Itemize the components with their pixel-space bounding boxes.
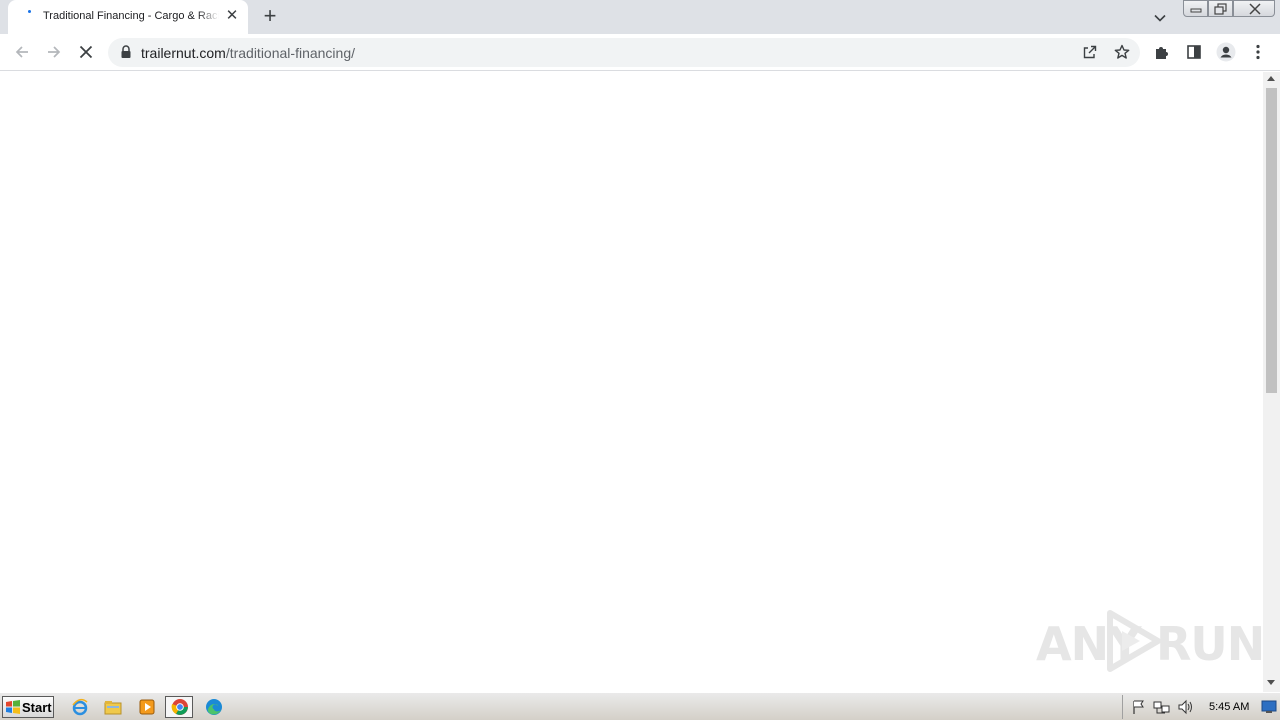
play-logo-icon [1107,610,1161,672]
taskbar-edge[interactable] [200,696,228,718]
taskbar-chrome[interactable] [165,696,193,718]
side-panel-button[interactable] [1184,42,1204,62]
scroll-up-arrow-icon[interactable] [1267,76,1275,81]
window-restore-button[interactable] [1208,0,1233,17]
share-button[interactable] [1080,42,1100,62]
url-domain: trailernut.com [141,45,226,61]
network-icon[interactable] [1153,699,1171,715]
window-close-button[interactable] [1233,0,1275,17]
stop-loading-button[interactable] [76,42,96,62]
tab-strip: Traditional Financing - Cargo & Racing T… [0,0,1280,34]
loading-favicon-icon [26,8,42,24]
chrome-icon [171,699,188,715]
action-center-flag-icon[interactable] [1131,699,1147,715]
taskbar-clock[interactable]: 5:45 AM [1209,701,1249,713]
volume-icon[interactable] [1177,699,1195,715]
star-icon [1114,44,1130,59]
page-scrollbar[interactable] [1263,72,1280,692]
page-viewport[interactable] [0,72,1263,692]
url-path: /traditional-financing/ [225,45,355,61]
forward-button[interactable] [44,42,64,62]
tab-close-button[interactable]: ✕ [224,8,240,24]
windows-taskbar: Start 5:45 AM [0,692,1280,720]
new-tab-button[interactable]: + [258,5,282,29]
scrollbar-thumb[interactable] [1266,88,1277,393]
start-label: Start [22,700,52,715]
close-icon [1249,3,1261,15]
internet-explorer-icon [72,698,88,716]
arrow-right-icon [48,46,61,58]
scroll-down-arrow-icon[interactable] [1267,680,1275,685]
profile-button[interactable] [1216,42,1236,62]
restore-icon [1214,3,1227,15]
system-tray: 5:45 AM [1122,695,1278,719]
start-button[interactable]: Start [2,696,54,718]
show-desktop-icon[interactable] [1261,700,1277,714]
windows-logo-icon [6,700,20,714]
chrome-menu-button[interactable] [1248,42,1268,62]
bookmark-button[interactable] [1112,42,1132,62]
browser-tab[interactable]: Traditional Financing - Cargo & Racing T… [8,0,248,34]
extensions-button[interactable] [1152,42,1172,62]
taskbar-media-player[interactable] [133,696,161,718]
edge-icon [206,699,222,715]
window-minimize-button[interactable] [1183,0,1208,17]
tab-search-button[interactable] [1150,8,1170,28]
back-button[interactable] [12,42,32,62]
taskbar-internet-explorer[interactable] [66,696,94,718]
side-panel-icon [1187,45,1201,59]
arrow-left-icon [15,46,28,58]
chevron-down-icon [1154,14,1166,22]
file-explorer-icon [104,701,122,715]
minimize-icon [1190,8,1202,13]
lock-icon [121,45,131,58]
kebab-menu-icon [1256,44,1260,60]
address-url: trailernut.com/traditional-financing/ [141,45,355,61]
tab-title: Traditional Financing - Cargo & Racing T… [43,10,219,22]
anyrun-watermark: ANY RUN [1036,605,1265,675]
profile-icon [1216,42,1236,62]
share-icon [1083,45,1097,59]
address-bar[interactable]: trailernut.com/traditional-financing/ [108,38,1140,67]
taskbar-file-explorer[interactable] [99,696,127,718]
watermark-text-right: RUN [1156,617,1265,671]
close-icon [79,45,93,59]
puzzle-icon [1156,47,1168,59]
media-player-icon [139,699,155,715]
browser-toolbar: trailernut.com/traditional-financing/ [0,34,1280,71]
